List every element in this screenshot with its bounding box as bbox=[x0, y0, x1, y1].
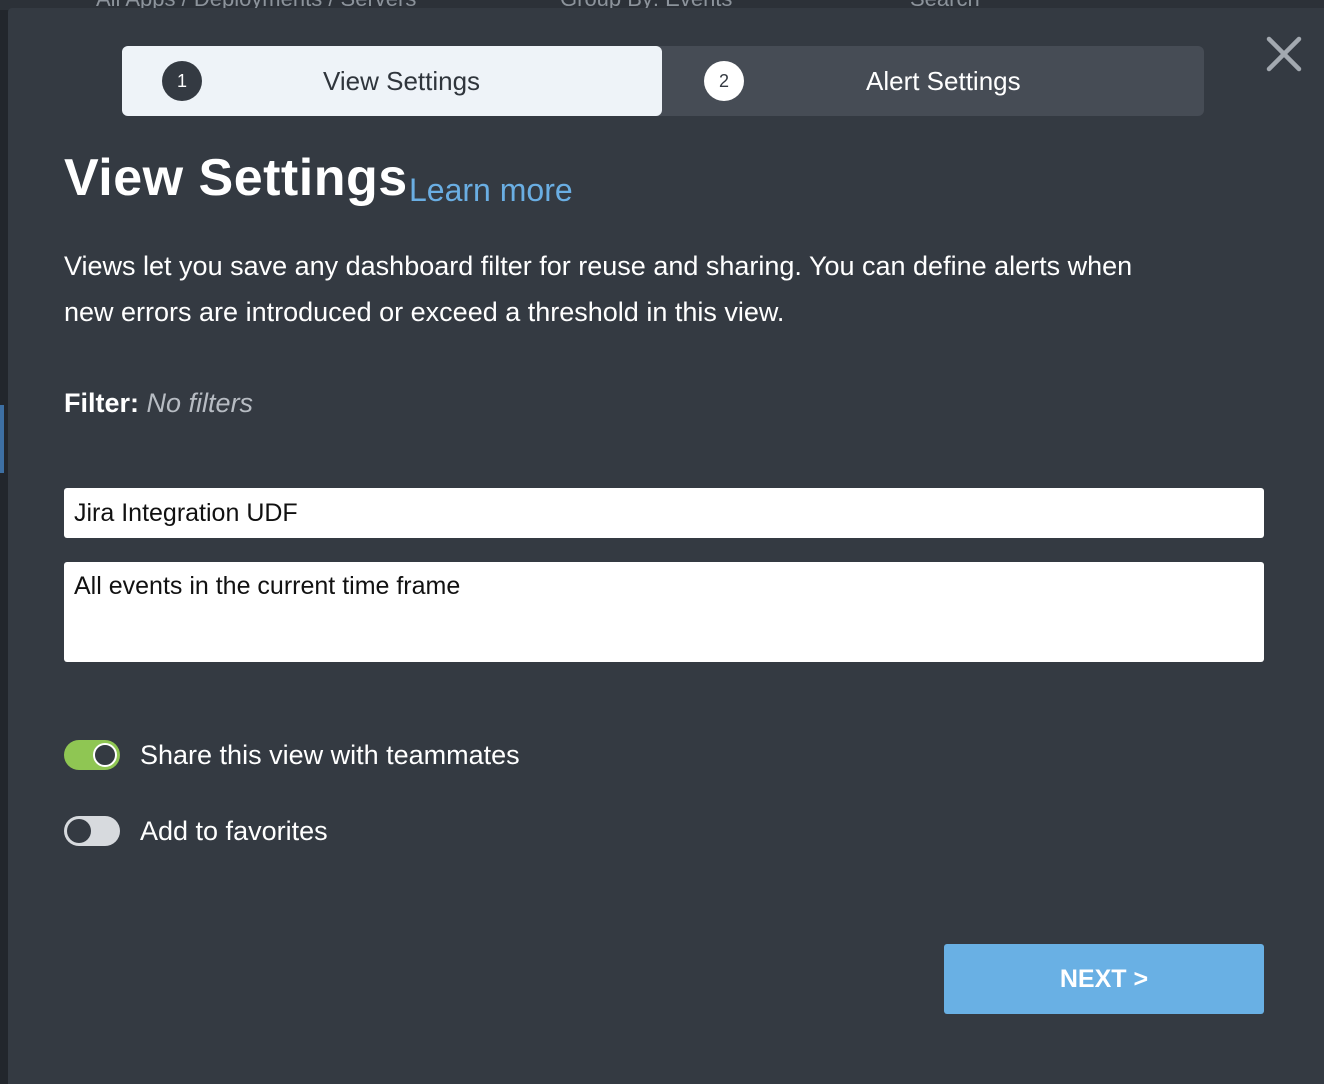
background-sidebar-accent bbox=[0, 405, 4, 473]
favorites-toggle-switch[interactable] bbox=[64, 816, 120, 846]
share-toggle-label: Share this view with teammates bbox=[140, 739, 520, 770]
step-view-settings[interactable]: 1 View Settings bbox=[122, 46, 662, 116]
filter-label: Filter: bbox=[64, 388, 140, 418]
filter-value: No filters bbox=[146, 388, 254, 418]
favorites-toggle-row[interactable]: Add to favorites bbox=[64, 814, 328, 848]
step-label: Alert Settings bbox=[866, 66, 1021, 96]
background-sidebar-edge bbox=[0, 10, 8, 1084]
page-title: View Settings bbox=[64, 149, 408, 207]
toggle-knob bbox=[67, 819, 91, 843]
view-description-textarea[interactable]: All events in the current time frame bbox=[64, 562, 1264, 662]
learn-more-link[interactable]: Learn more bbox=[409, 172, 573, 209]
step-label: View Settings bbox=[323, 66, 481, 96]
view-name-input[interactable] bbox=[64, 488, 1264, 538]
share-toggle-row[interactable]: Share this view with teammates bbox=[64, 738, 520, 772]
toggle-knob bbox=[93, 743, 117, 767]
step-alert-settings[interactable]: 2 Alert Settings bbox=[662, 46, 1204, 116]
next-button[interactable]: NEXT > bbox=[944, 944, 1264, 1014]
close-icon bbox=[1266, 36, 1302, 72]
step-number-badge: 2 bbox=[704, 61, 744, 101]
close-button[interactable] bbox=[1262, 32, 1306, 76]
view-settings-modal: 1 View Settings 2 Alert Settings View Se… bbox=[8, 8, 1324, 1084]
share-toggle-switch[interactable] bbox=[64, 740, 120, 770]
description-text: Views let you save any dashboard filter … bbox=[64, 251, 1133, 327]
step-number-badge: 1 bbox=[162, 61, 202, 101]
favorites-toggle-label: Add to favorites bbox=[140, 815, 328, 846]
wizard-stepper: 1 View Settings 2 Alert Settings bbox=[122, 46, 1204, 116]
filter-summary: Filter: No filters bbox=[64, 388, 253, 419]
